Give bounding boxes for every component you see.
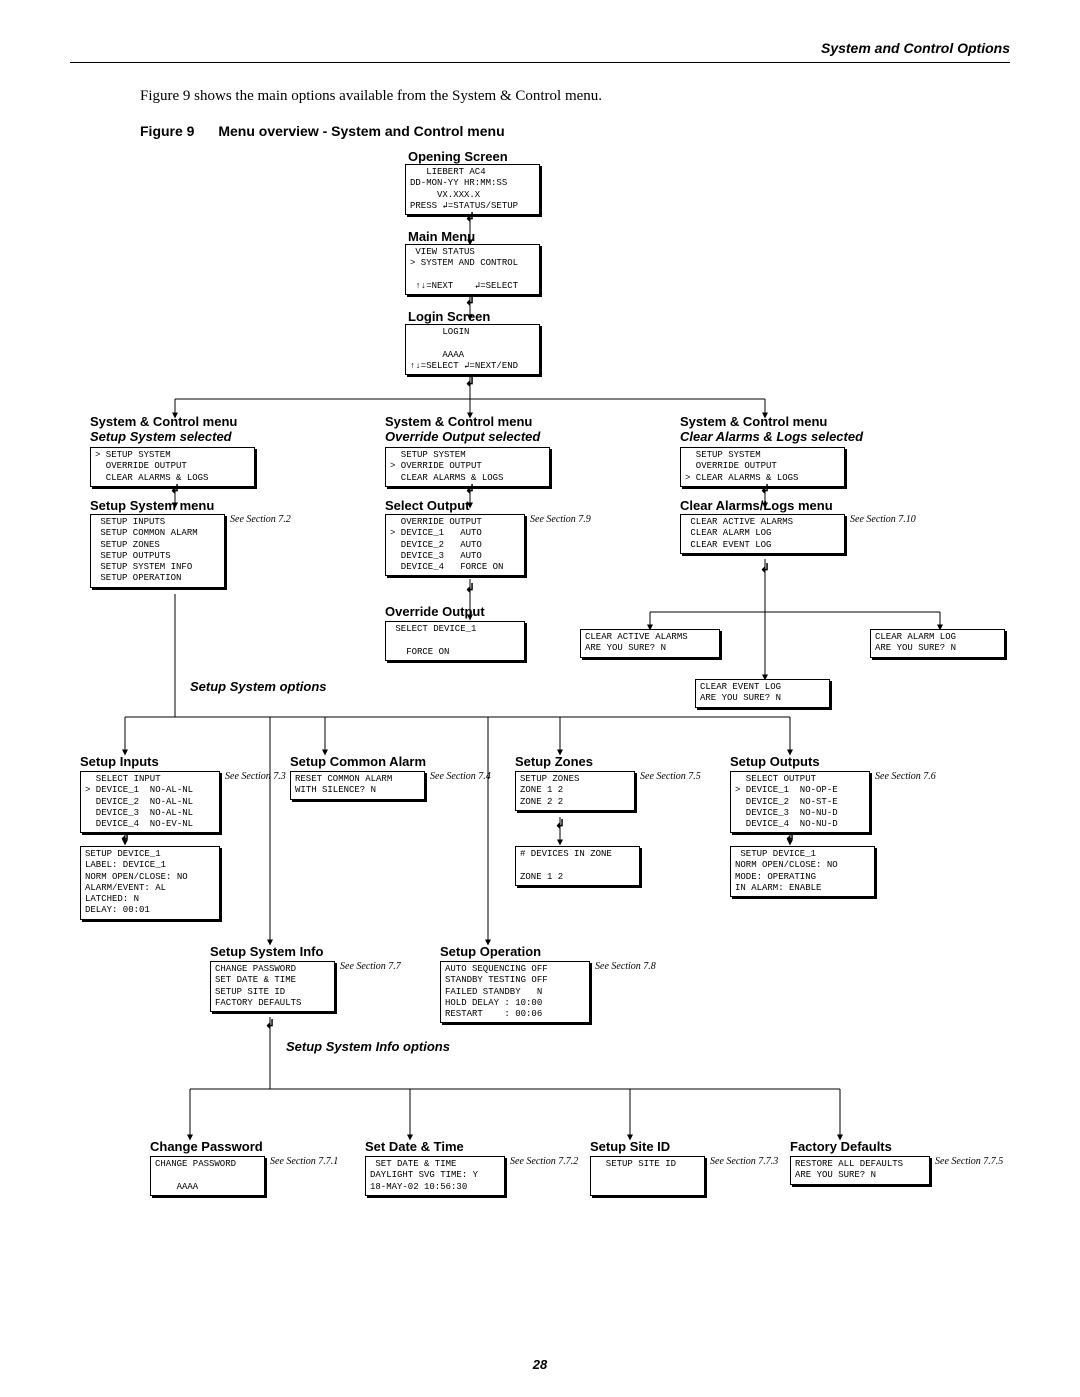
screen-set-dt: SET DATE & TIME DAYLIGHT SVG TIME: Y 18-… bbox=[365, 1156, 505, 1196]
screen-setup-outputs: SELECT OUTPUT > DEVICE_1 NO-OP-E DEVICE_… bbox=[730, 771, 870, 833]
screen-setup-zones2: # DEVICES IN ZONE ZONE 1 2 bbox=[515, 846, 640, 886]
screen-setup-sysinfo: CHANGE PASSWORD SET DATE & TIME SETUP SI… bbox=[210, 961, 335, 1012]
ref-7-3: See Section 7.3 bbox=[225, 771, 286, 783]
screen-sc-right: SETUP SYSTEM OVERRIDE OUTPUT > CLEAR ALA… bbox=[680, 447, 845, 487]
enter-icon: ↲ bbox=[785, 830, 795, 844]
screen-setup-operation: AUTO SEQUENCING OFF STANDBY TESTING OFF … bbox=[440, 961, 590, 1023]
label-site-id: Setup Site ID bbox=[590, 1139, 670, 1154]
screen-mainmenu: VIEW STATUS > SYSTEM AND CONTROL ↑↓=NEXT… bbox=[405, 244, 540, 295]
screen-setup-outputs2: SETUP DEVICE_1 NORM OPEN/CLOSE: NO MODE:… bbox=[730, 846, 875, 897]
label-setup-zones: Setup Zones bbox=[515, 754, 593, 769]
ref-7-7-2: See Section 7.7.2 bbox=[510, 1156, 578, 1168]
enter-icon: ↲ bbox=[465, 375, 475, 389]
screen-setup-inputs2: SETUP DEVICE_1 LABEL: DEVICE_1 NORM OPEN… bbox=[80, 846, 220, 920]
screen-sc-left: > SETUP SYSTEM OVERRIDE OUTPUT CLEAR ALA… bbox=[90, 447, 255, 487]
screen-clear-event: CLEAR EVENT LOG ARE YOU SURE? N bbox=[695, 679, 830, 708]
screen-factory: RESTORE ALL DEFAULTS ARE YOU SURE? N bbox=[790, 1156, 930, 1185]
screen-setup-inputs: SELECT INPUT > DEVICE_1 NO-AL-NL DEVICE_… bbox=[80, 771, 220, 833]
enter-icon: ↲ bbox=[760, 482, 770, 496]
enter-icon: ↲ bbox=[465, 294, 475, 308]
ref-7-5: See Section 7.5 bbox=[640, 771, 701, 783]
label-select-output: Select Output bbox=[385, 498, 470, 513]
label-set-dt: Set Date & Time bbox=[365, 1139, 464, 1154]
screen-sc-mid: SETUP SYSTEM > OVERRIDE OUTPUT CLEAR ALA… bbox=[385, 447, 550, 487]
ref-7-2: See Section 7.2 bbox=[230, 514, 291, 526]
ref-7-4: See Section 7.4 bbox=[430, 771, 491, 783]
enter-icon: ↲ bbox=[265, 1017, 275, 1031]
rule bbox=[70, 62, 1010, 63]
screen-opening: LIEBERT AC4 DD-MON-YY HR:MM:SS VX.XXX.X … bbox=[405, 164, 540, 215]
label-sc3: System & Control menuClear Alarms & Logs… bbox=[680, 414, 863, 444]
enter-icon: ↲ bbox=[465, 482, 475, 496]
label-setup-operation: Setup Operation bbox=[440, 944, 541, 959]
enter-icon: ↲ bbox=[170, 482, 180, 496]
label-setup-sys-menu: Setup System menu bbox=[90, 498, 214, 513]
enter-icon: ↲ bbox=[465, 581, 475, 595]
screen-clear-menu: CLEAR ACTIVE ALARMS CLEAR ALARM LOG CLEA… bbox=[680, 514, 845, 554]
label-setup-sys-opts: Setup System options bbox=[190, 679, 327, 694]
ref-7-8: See Section 7.8 bbox=[595, 961, 656, 973]
figure-title: Figure 9 Menu overview - System and Cont… bbox=[140, 123, 1010, 139]
label-mainmenu: Main Menu bbox=[408, 229, 475, 244]
ref-7-7-5: See Section 7.7.5 bbox=[935, 1156, 1003, 1168]
screen-select-output: OVERRIDE OUTPUT > DEVICE_1 AUTO DEVICE_2… bbox=[385, 514, 525, 576]
label-sysinfo-opts: Setup System Info options bbox=[286, 1039, 450, 1054]
screen-setup-sys-menu: SETUP INPUTS SETUP COMMON ALARM SETUP ZO… bbox=[90, 514, 225, 588]
figure-caption: Menu overview - System and Control menu bbox=[218, 123, 504, 139]
screen-override-output: SELECT DEVICE_1 FORCE ON bbox=[385, 621, 525, 661]
label-sc1: System & Control menuSetup System select… bbox=[90, 414, 237, 444]
ref-7-6: See Section 7.6 bbox=[875, 771, 936, 783]
header-section: System and Control Options bbox=[70, 40, 1010, 62]
label-setup-common: Setup Common Alarm bbox=[290, 754, 426, 769]
ref-7-10: See Section 7.10 bbox=[850, 514, 916, 526]
page: System and Control Options Figure 9 show… bbox=[0, 0, 1080, 1397]
screen-site-id: SETUP SITE ID bbox=[590, 1156, 705, 1196]
enter-icon: ↲ bbox=[120, 830, 130, 844]
ref-7-7-3: See Section 7.7.3 bbox=[710, 1156, 778, 1168]
label-setup-inputs: Setup Inputs bbox=[80, 754, 159, 769]
label-override-output: Override Output bbox=[385, 604, 485, 619]
label-setup-sysinfo: Setup System Info bbox=[210, 944, 323, 959]
screen-setup-common: RESET COMMON ALARM WITH SILENCE? N bbox=[290, 771, 425, 800]
label-sc2: System & Control menuOverride Output sel… bbox=[385, 414, 540, 444]
label-factory: Factory Defaults bbox=[790, 1139, 892, 1154]
ref-7-7-1: See Section 7.7.1 bbox=[270, 1156, 338, 1168]
intro-text: Figure 9 shows the main options availabl… bbox=[140, 88, 1010, 105]
label-opening: Opening Screen bbox=[408, 149, 508, 164]
enter-icon: ↲ bbox=[555, 817, 565, 831]
label-setup-outputs: Setup Outputs bbox=[730, 754, 820, 769]
enter-icon: ↲ bbox=[760, 561, 770, 575]
figure-number: Figure 9 bbox=[140, 123, 194, 139]
screen-clear-alarm-log: CLEAR ALARM LOG ARE YOU SURE? N bbox=[870, 629, 1005, 658]
label-login: Login Screen bbox=[408, 309, 490, 324]
diagram: Opening Screen LIEBERT AC4 DD-MON-YY HR:… bbox=[70, 149, 1010, 1279]
screen-setup-zones: SETUP ZONES ZONE 1 2 ZONE 2 2 bbox=[515, 771, 635, 811]
screen-login: LOGIN AAAA ↑↓=SELECT ↲=NEXT/END bbox=[405, 324, 540, 375]
enter-icon: ↲ bbox=[465, 210, 475, 224]
screen-clear-active: CLEAR ACTIVE ALARMS ARE YOU SURE? N bbox=[580, 629, 720, 658]
label-chg-pw: Change Password bbox=[150, 1139, 263, 1154]
label-clear-menu: Clear Alarms/Logs menu bbox=[680, 498, 833, 513]
ref-7-7: See Section 7.7 bbox=[340, 961, 401, 973]
screen-chg-pw: CHANGE PASSWORD AAAA bbox=[150, 1156, 265, 1196]
page-number: 28 bbox=[0, 1357, 1080, 1372]
ref-7-9: See Section 7.9 bbox=[530, 514, 591, 526]
connector-lines bbox=[70, 149, 1010, 1279]
